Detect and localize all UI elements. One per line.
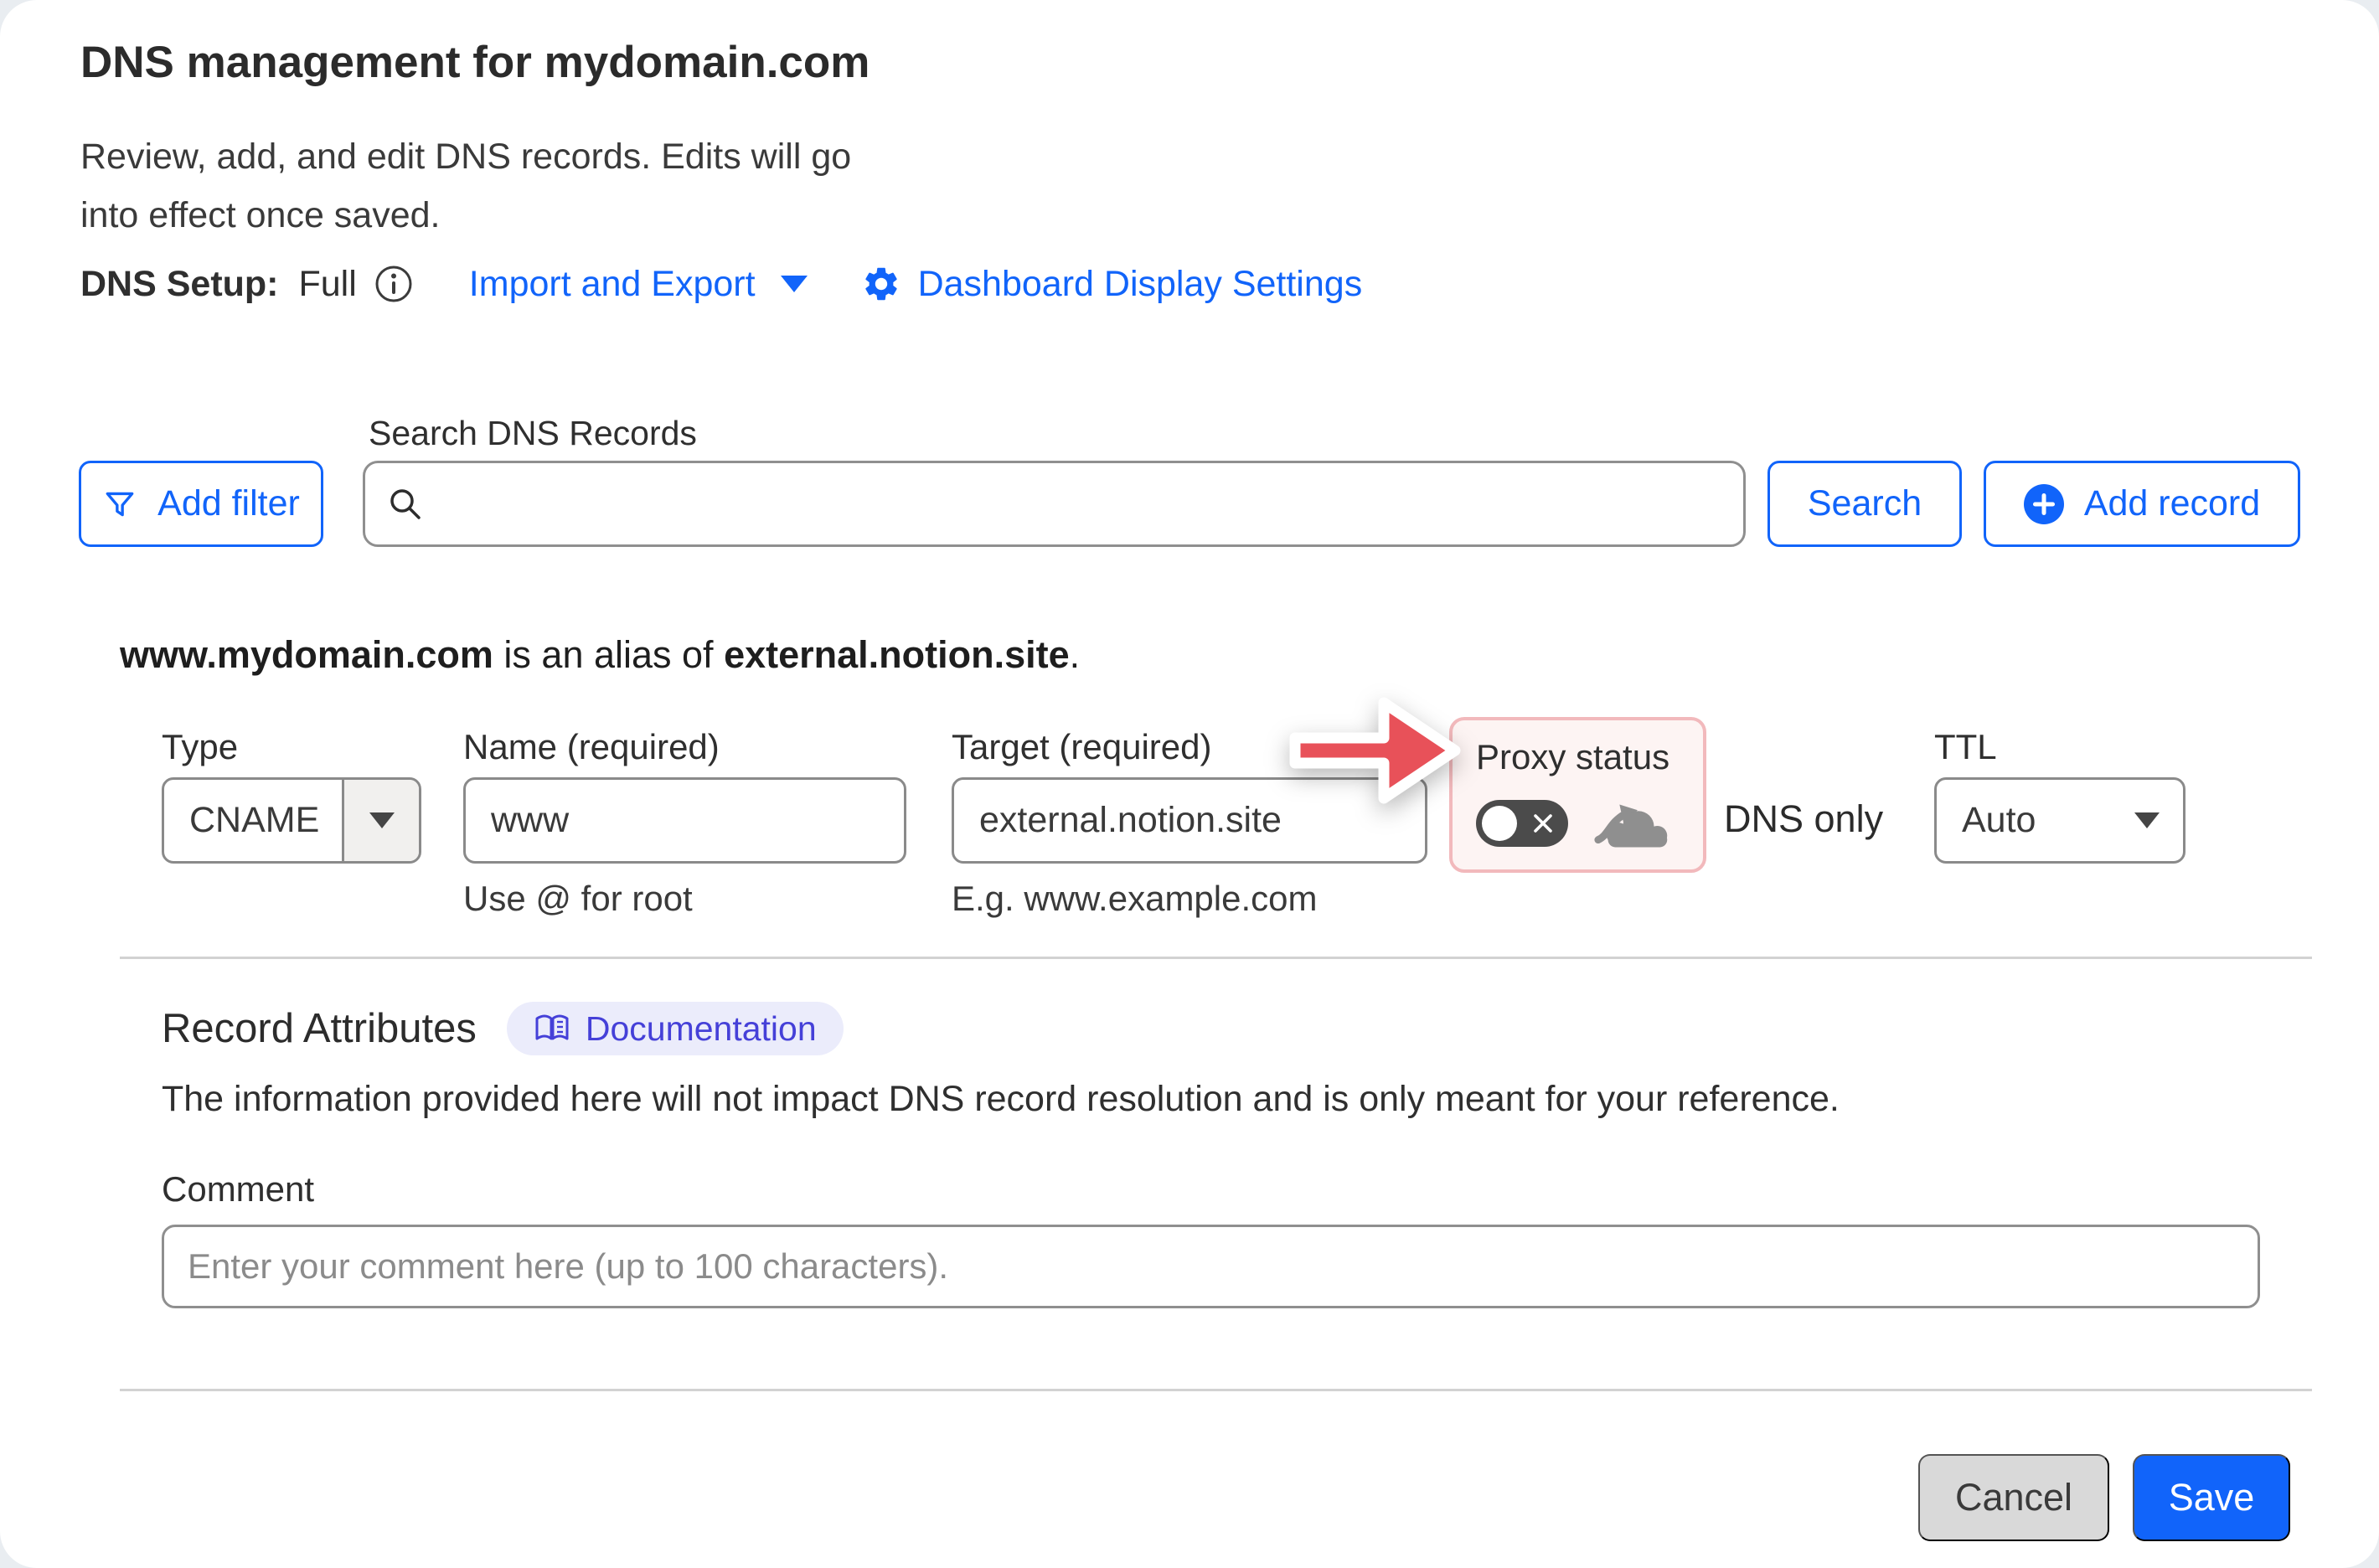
ttl-select-value: Auto [1962,800,2036,841]
type-select[interactable]: CNAME [162,777,421,864]
alias-suffix: . [1070,633,1081,676]
alias-banner: www.mydomain.com is an alias of external… [120,633,1080,677]
subtitle-line-1: Review, add, and edit DNS records. Edits… [80,127,851,186]
type-field-group: Type CNAME [162,727,421,864]
type-select-caret-cell [342,780,419,861]
record-attributes-heading: Record Attributes [162,1005,477,1052]
search-controls-row: Add filter Search Add record [79,461,2300,547]
cloud-dns-only-icon [1592,796,1677,851]
record-attributes-heading-row: Record Attributes Documentation [162,1002,844,1055]
toggle-knob [1482,806,1517,841]
open-book-icon [534,1013,570,1044]
gear-icon [861,264,901,304]
page-title-prefix: DNS management for [80,38,544,87]
dashboard-display-settings-label: Dashboard Display Settings [918,264,1363,305]
dns-setup-value: Full [299,264,357,305]
dashboard-display-settings-link[interactable]: Dashboard Display Settings [861,264,1363,305]
save-button[interactable]: Save [2133,1454,2290,1541]
add-record-button[interactable]: Add record [1984,461,2300,547]
import-export-link[interactable]: Import and Export [469,264,808,305]
chevron-down-icon [2134,812,2160,828]
documentation-link[interactable]: Documentation [507,1002,844,1055]
page-title-domain: mydomain.com [544,38,870,87]
save-label: Save [2169,1476,2255,1519]
add-filter-button[interactable]: Add filter [79,461,323,547]
subtitle-line-2: into effect once saved. [80,186,851,245]
cancel-label: Cancel [1955,1476,2072,1519]
name-helper-text: Use @ for root [463,879,906,919]
chevron-down-icon [369,812,395,828]
type-label: Type [162,727,421,771]
alias-host: www.mydomain.com [120,633,493,676]
search-box [363,461,1746,547]
page-title: DNS management for mydomain.com [80,37,870,88]
add-record-label: Add record [2084,483,2260,524]
target-label: Target (required) [952,727,1427,771]
comment-label: Comment [162,1169,314,1210]
target-field-group: Target (required) E.g. www.example.com [952,727,1427,919]
proxy-status-highlight-box: Proxy status [1449,717,1706,873]
name-field-group: Name (required) Use @ for root [463,727,906,919]
add-filter-label: Add filter [157,483,300,524]
proxy-status-controls [1476,796,1703,851]
proxy-status-text: DNS only [1724,797,1883,841]
ttl-label: TTL [1934,727,2185,771]
dns-management-panel: DNS management for mydomain.com Review, … [0,0,2379,1568]
ttl-select[interactable]: Auto [1934,777,2185,864]
documentation-label: Documentation [586,1009,817,1049]
page-subtitle: Review, add, and edit DNS records. Edits… [80,127,851,245]
target-input[interactable] [952,777,1427,864]
search-dns-records-label: Search DNS Records [369,414,697,453]
alias-connector: is an alias of [493,633,724,676]
divider [120,1389,2312,1391]
name-label: Name (required) [463,727,906,771]
info-icon[interactable] [374,264,414,304]
search-button-label: Search [1808,483,1922,524]
type-select-value: CNAME [164,800,342,841]
ttl-field-group: TTL Auto [1934,727,2185,864]
import-export-label: Import and Export [469,264,756,305]
proxy-status-toggle[interactable] [1476,800,1568,847]
toggle-off-x-icon [1532,812,1554,834]
cancel-button[interactable]: Cancel [1918,1454,2109,1541]
name-input[interactable] [463,777,906,864]
plus-circle-icon [2024,484,2064,524]
alias-target: external.notion.site [724,633,1070,676]
proxy-status-label: Proxy status [1476,737,1703,777]
comment-input[interactable] [162,1225,2260,1308]
dns-setup-row: DNS Setup: Full Import and Export Dashbo… [80,260,1362,308]
filter-icon [102,487,137,522]
record-attributes-description: The information provided here will not i… [162,1079,1840,1120]
search-button[interactable]: Search [1767,461,1962,547]
chevron-down-icon [781,276,808,292]
search-input[interactable] [363,461,1746,547]
dns-setup-label: DNS Setup: [80,264,279,305]
target-helper-text: E.g. www.example.com [952,879,1427,919]
divider [120,957,2312,959]
